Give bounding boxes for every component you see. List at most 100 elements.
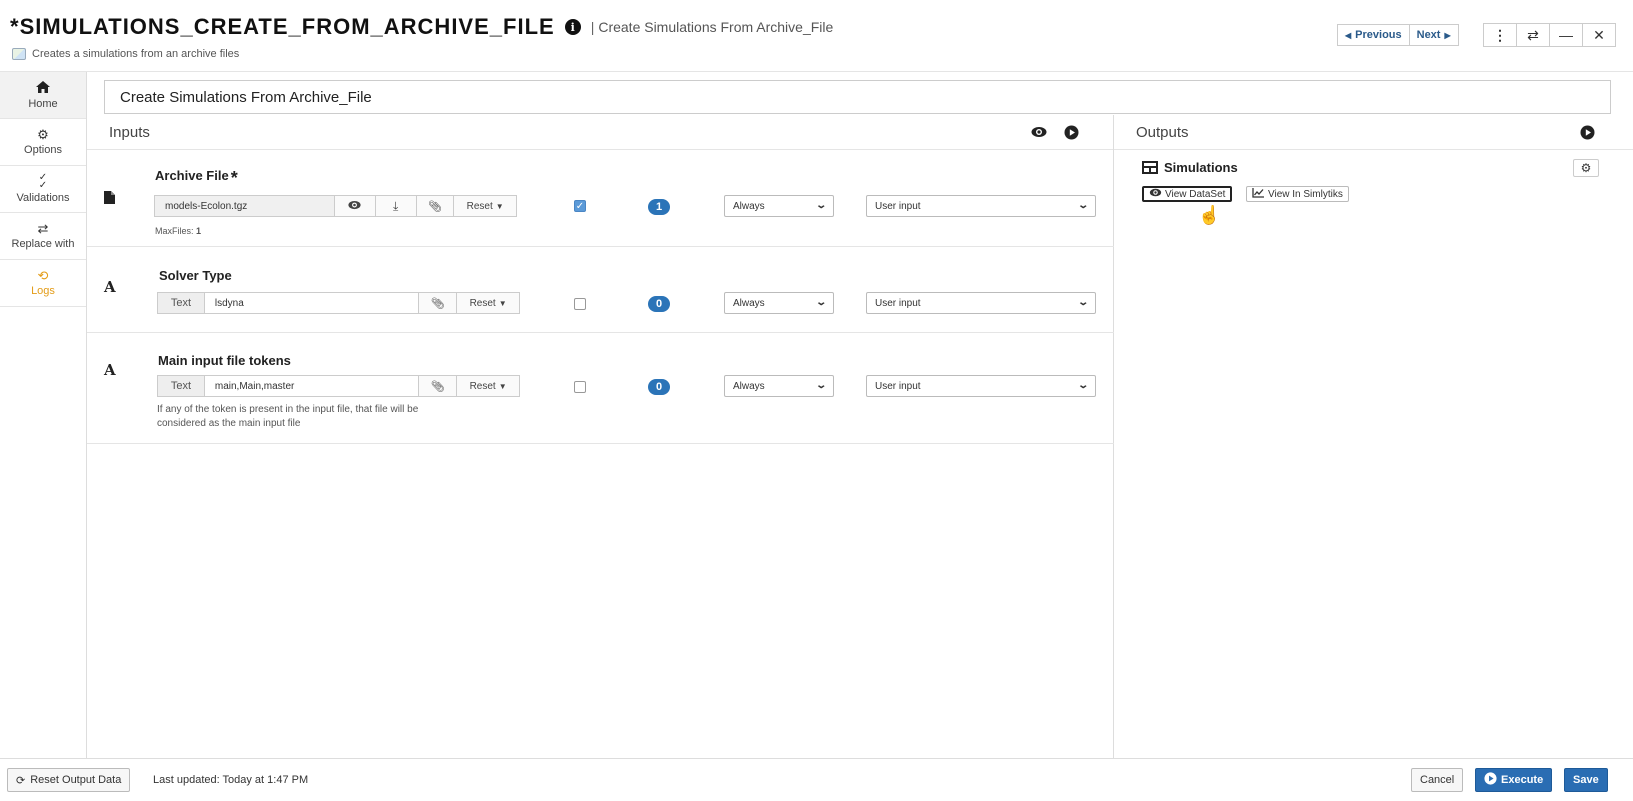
type-addon: Text bbox=[158, 293, 204, 313]
reset-dropdown-button[interactable]: Reset ▼ bbox=[453, 196, 516, 216]
inputs-header: Inputs bbox=[87, 115, 1113, 150]
page-subtitle: Create Simulations From Archive_File bbox=[598, 19, 834, 35]
preview-button[interactable] bbox=[334, 196, 375, 216]
sidebar-item-label: Home bbox=[28, 97, 58, 110]
attach-button[interactable]: 📎︎ bbox=[418, 376, 457, 396]
main-tokens-control: Text main,Main,master 📎︎ Reset ▼ bbox=[157, 375, 520, 397]
enabled-checkbox[interactable]: ✓ bbox=[574, 200, 586, 212]
chevron-down-icon: ⌄ bbox=[1076, 297, 1089, 308]
maxfiles-label: MaxFiles: bbox=[155, 226, 194, 236]
next-label: Next bbox=[1416, 29, 1441, 41]
hand-cursor-icon: ☝ bbox=[1198, 205, 1221, 225]
sidebar-item-replace-with[interactable]: ⇄ Replace with bbox=[0, 213, 86, 260]
source-select[interactable]: User input ⌄ bbox=[866, 375, 1096, 397]
broken-image-icon bbox=[12, 48, 26, 60]
check-double-icon: ✓ ✓ bbox=[38, 172, 48, 191]
solver-type-input[interactable]: lsdyna bbox=[203, 293, 419, 313]
reset-dropdown-button[interactable]: Reset ▼ bbox=[456, 376, 520, 396]
home-icon bbox=[36, 80, 50, 96]
app-window: * SIMULATIONS_CREATE_FROM_ARCHIVE_FILE i… bbox=[0, 0, 1633, 801]
attach-button[interactable]: 📎︎ bbox=[418, 293, 457, 313]
text-type-icon: A bbox=[104, 278, 116, 296]
outputs-header: Outputs bbox=[1114, 115, 1633, 150]
close-button[interactable]: ✕ bbox=[1582, 23, 1616, 47]
source-select[interactable]: User input ⌄ bbox=[866, 292, 1096, 314]
save-label: Save bbox=[1573, 774, 1599, 786]
history-icon: ⟲ bbox=[37, 268, 49, 283]
kebab-icon: ⋮ bbox=[1493, 26, 1507, 43]
caret-down-icon: ▼ bbox=[495, 201, 504, 211]
eye-icon[interactable] bbox=[1031, 124, 1047, 140]
refresh-icon: ⟳ bbox=[16, 774, 26, 787]
play-circle-icon[interactable] bbox=[1063, 124, 1079, 140]
cancel-button[interactable]: Cancel bbox=[1411, 768, 1464, 792]
hint-line: considered as the main input file bbox=[157, 418, 301, 429]
table-icon bbox=[1142, 161, 1158, 174]
close-icon: ✕ bbox=[1593, 26, 1605, 43]
play-circle-icon bbox=[1484, 772, 1497, 788]
view-dataset-label: View DataSet bbox=[1165, 188, 1226, 200]
input-row-archive-file: Archive File * models-Ecolon.tgz ⤓ 📎︎ Res… bbox=[87, 150, 1114, 247]
source-value: User input bbox=[875, 380, 921, 392]
view-simlytiks-label: View In Simlytiks bbox=[1268, 188, 1343, 200]
inputs-heading: Inputs bbox=[109, 123, 150, 141]
archive-file-control: models-Ecolon.tgz ⤓ 📎︎ Reset ▼ bbox=[154, 195, 517, 217]
view-dataset-button[interactable]: View DataSet bbox=[1142, 186, 1233, 202]
task-name-field[interactable]: Create Simulations From Archive_File bbox=[104, 80, 1611, 114]
reset-output-label: Reset Output Data bbox=[30, 774, 122, 786]
window-buttons: ⋮ ⇄ — ✕ bbox=[1483, 23, 1616, 47]
input-row-main-input-tokens: A Main input file tokens Text main,Main,… bbox=[87, 333, 1114, 444]
execute-button[interactable]: Execute bbox=[1475, 768, 1553, 792]
execute-label: Execute bbox=[1501, 774, 1544, 786]
sidebar-item-validations[interactable]: ✓ ✓ Validations bbox=[0, 166, 86, 213]
minimize-button[interactable]: — bbox=[1549, 23, 1583, 47]
sidebar-item-label: Validations bbox=[16, 192, 70, 204]
reset-label: Reset bbox=[466, 200, 493, 212]
sidebar-item-options[interactable]: ⚙ Options bbox=[0, 119, 86, 166]
caret-down-icon: ▼ bbox=[498, 381, 507, 391]
sidebar-item-home[interactable]: Home bbox=[0, 72, 86, 119]
enabled-checkbox[interactable] bbox=[574, 381, 586, 393]
source-select[interactable]: User input ⌄ bbox=[866, 195, 1096, 217]
sidebar-item-label: Logs bbox=[31, 285, 55, 297]
input-label: Main input file tokens bbox=[158, 353, 291, 368]
previous-label: Previous bbox=[1355, 29, 1402, 41]
more-options-button[interactable]: ⋮ bbox=[1483, 23, 1517, 47]
output-item-label: Simulations bbox=[1164, 160, 1238, 175]
swap-button[interactable]: ⇄ bbox=[1516, 23, 1550, 47]
description-row: Creates a simulations from an archive fi… bbox=[12, 48, 239, 60]
enabled-checkbox[interactable] bbox=[574, 298, 586, 310]
condition-select[interactable]: Always ⌄ bbox=[724, 195, 834, 217]
archive-file-value[interactable]: models-Ecolon.tgz bbox=[155, 196, 335, 216]
header: * SIMULATIONS_CREATE_FROM_ARCHIVE_FILE i… bbox=[0, 0, 1633, 72]
previous-button[interactable]: ◀ Previous bbox=[1337, 24, 1410, 46]
swap-icon: ⇄ bbox=[1527, 26, 1539, 43]
info-icon[interactable]: i bbox=[564, 19, 581, 35]
footer: ⟳ Reset Output Data Last updated: Today … bbox=[0, 758, 1633, 801]
text-type-icon: A bbox=[104, 361, 116, 379]
sidebar-item-label: Options bbox=[24, 144, 62, 156]
solver-type-control: Text lsdyna 📎︎ Reset ▼ bbox=[157, 292, 520, 314]
paperclip-icon: 📎︎ bbox=[430, 380, 445, 393]
output-settings-button[interactable]: ⚙ bbox=[1573, 159, 1599, 177]
sidebar: Home ⚙ Options ✓ ✓ Validations ⇄ Replace … bbox=[0, 72, 87, 758]
main-tokens-input[interactable]: main,Main,master bbox=[203, 376, 419, 396]
save-button[interactable]: Save bbox=[1564, 768, 1608, 792]
reset-output-data-button[interactable]: ⟳ Reset Output Data bbox=[7, 768, 131, 792]
download-button[interactable]: ⤓ bbox=[374, 196, 416, 216]
reset-label: Reset bbox=[469, 297, 496, 309]
maxfiles-value: 1 bbox=[196, 226, 202, 236]
title-row: * SIMULATIONS_CREATE_FROM_ARCHIVE_FILE i… bbox=[10, 14, 833, 40]
reset-label: Reset bbox=[469, 380, 496, 392]
title-prefix: * bbox=[10, 14, 20, 39]
eye-icon bbox=[348, 200, 361, 213]
next-button[interactable]: Next ▶ bbox=[1408, 24, 1459, 46]
view-simlytiks-button[interactable]: View In Simlytiks bbox=[1246, 186, 1349, 202]
play-circle-icon[interactable] bbox=[1579, 124, 1595, 140]
sidebar-item-logs[interactable]: ⟲ Logs bbox=[0, 260, 86, 307]
attach-button[interactable]: 📎︎ bbox=[415, 196, 454, 216]
condition-select[interactable]: Always ⌄ bbox=[724, 375, 834, 397]
condition-select[interactable]: Always ⌄ bbox=[724, 292, 834, 314]
type-addon: Text bbox=[158, 376, 204, 396]
reset-dropdown-button[interactable]: Reset ▼ bbox=[456, 293, 520, 313]
